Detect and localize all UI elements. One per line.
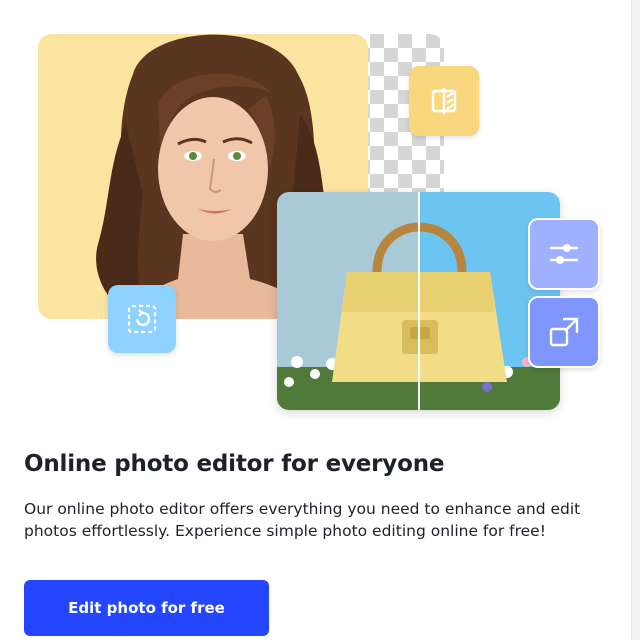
edit-photo-button[interactable]: Edit photo for free: [24, 580, 269, 636]
page-description: Our online photo editor offers everythin…: [24, 500, 581, 540]
scrollbar-track[interactable]: [631, 0, 640, 640]
rotate-icon: [127, 304, 157, 334]
compare-icon: [431, 88, 457, 114]
page-title: Online photo editor for everyone: [24, 451, 445, 477]
adjust-tool-tile: [528, 218, 600, 290]
adjust-sliders-icon: [549, 244, 579, 264]
before-after-divider: [418, 192, 420, 410]
intro-section: Online photo editor for everyone Our onl…: [24, 448, 604, 542]
hero-collage: [0, 0, 620, 420]
resize-tool-tile: [528, 296, 600, 368]
resize-icon: [549, 317, 579, 347]
rotate-tool-tile: [108, 285, 176, 353]
page: Online photo editor for everyone Our onl…: [0, 0, 640, 640]
compare-tool-tile: [409, 66, 479, 136]
before-after-bag-image: [277, 192, 560, 410]
